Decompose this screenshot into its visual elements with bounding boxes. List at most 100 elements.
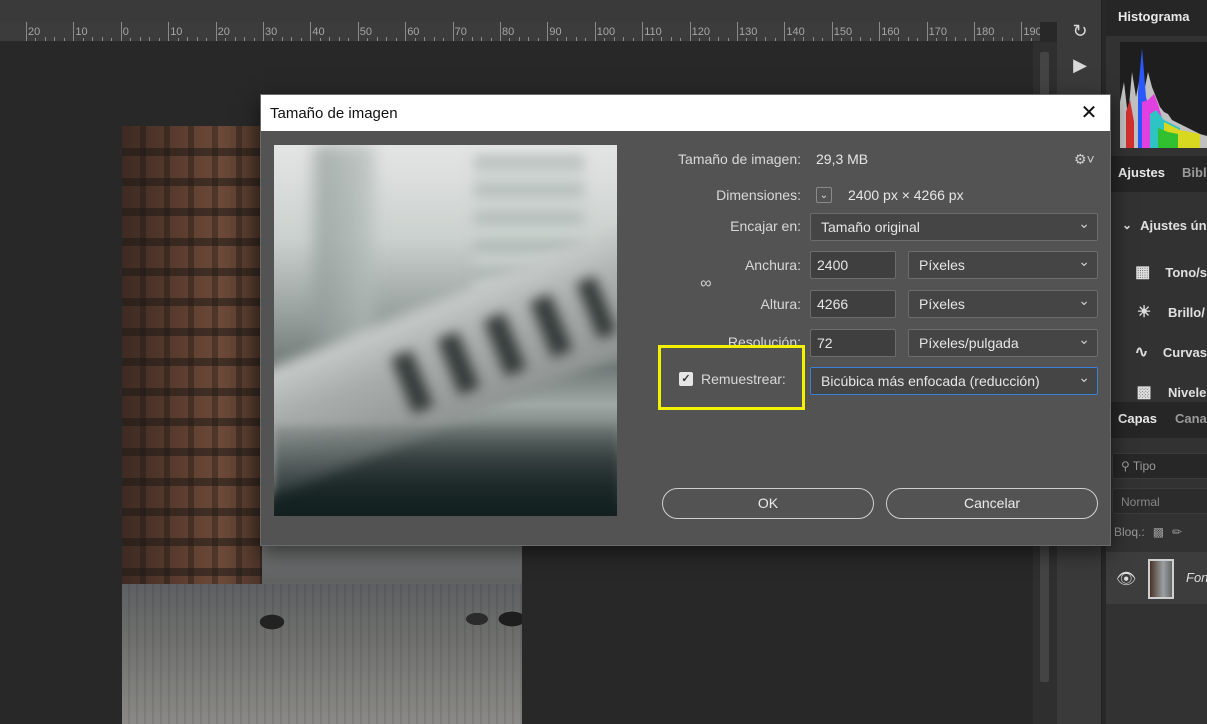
layer-row[interactable]: 👁 Fon <box>1106 552 1207 604</box>
ruler-minor-tick <box>92 37 94 41</box>
adjust-item-tone[interactable]: ▦ Tono/s <box>1106 252 1207 292</box>
tab-histogram[interactable]: Histograma <box>1118 9 1190 24</box>
ruler-major-tick <box>689 22 691 41</box>
ruler-minor-tick <box>869 38 871 41</box>
ruler-minor-tick <box>992 37 994 41</box>
ruler-minor-tick <box>177 38 179 41</box>
histogram-chart <box>1120 42 1207 148</box>
ruler-label: 130 <box>739 26 758 38</box>
ruler-minor-tick <box>632 38 634 41</box>
ruler-minor-tick <box>424 37 426 41</box>
adjust-item-label: Tono/s <box>1165 264 1207 280</box>
ruler-major-tick <box>784 22 786 41</box>
width-value: 2400 <box>817 257 849 273</box>
resolution-unit-select[interactable]: Píxeles/pulgada <box>908 329 1098 357</box>
ruler-major-tick <box>737 22 738 41</box>
ruler-minor-tick <box>206 38 208 41</box>
adjustments-header[interactable]: ⌄ Ajustes úni <box>1106 205 1207 245</box>
ruler-minor-tick <box>187 37 189 41</box>
ruler-minor-tick <box>462 38 464 41</box>
ruler-minor-tick <box>386 37 388 41</box>
ruler-label: 90 <box>549 26 562 38</box>
ruler-minor-tick <box>566 37 568 41</box>
lock-paint-icon[interactable]: ✏ <box>1172 525 1182 539</box>
ruler-minor-tick <box>604 38 606 41</box>
ruler-minor-tick <box>907 37 909 41</box>
ruler-minor-tick <box>149 37 151 41</box>
gear-icon[interactable]: ⚙˅ <box>1074 151 1095 168</box>
ruler-minor-tick <box>746 38 748 41</box>
resample-select[interactable]: Bicúbica más enfocada (reducción) <box>810 367 1098 395</box>
ruler-label: 80 <box>502 26 515 38</box>
adjust-item-brightness[interactable]: ☀ Brillo/ <box>1106 292 1207 332</box>
ruler-minor-tick <box>329 37 331 41</box>
chevron-down-icon[interactable]: ⌄ <box>816 187 832 203</box>
adjust-item-curves[interactable]: ∿ Curvas <box>1106 332 1207 372</box>
tab-layers[interactable]: Capas <box>1118 411 1157 426</box>
ruler-minor-tick <box>964 38 966 41</box>
ruler-minor-tick <box>348 38 350 41</box>
tab-adjustments[interactable]: Ajustes <box>1118 165 1165 180</box>
ruler-label: 50 <box>359 26 373 38</box>
ruler-minor-tick <box>613 37 615 41</box>
link-chain-icon[interactable]: ∞ <box>699 275 713 295</box>
layer-filter-placeholder: Tipo <box>1132 459 1156 473</box>
width-unit-select[interactable]: Píxeles <box>908 251 1098 279</box>
blend-mode-value: Normal <box>1121 495 1160 509</box>
ruler-minor-tick <box>281 37 283 41</box>
resolution-input[interactable]: 72 <box>810 329 896 357</box>
ruler-major-tick <box>500 22 501 41</box>
ruler-label: 10 <box>75 26 88 38</box>
ruler-minor-tick <box>300 38 302 41</box>
tab-channels[interactable]: Canal <box>1175 411 1207 426</box>
ruler-minor-tick <box>196 37 198 41</box>
ruler-minor-tick <box>708 37 710 41</box>
ruler-minor-tick <box>955 37 957 41</box>
ruler-minor-tick <box>158 38 160 41</box>
dialog-title-bar[interactable]: Tamaño de imagen <box>261 95 1110 131</box>
ruler-minor-tick <box>822 38 824 41</box>
tab-libraries[interactable]: Bibli <box>1182 165 1207 180</box>
resample-label: Remuestrear: <box>701 371 786 387</box>
close-icon[interactable]: ✕ <box>1078 102 1100 124</box>
adjustments-header-label: Ajustes úni <box>1140 217 1207 233</box>
cancel-button[interactable]: Cancelar <box>886 488 1098 519</box>
ruler-minor-tick <box>765 37 767 41</box>
ruler-label: 20 <box>217 26 230 38</box>
lock-transparency-icon[interactable]: ▩ <box>1153 525 1164 539</box>
ruler-minor-tick <box>272 38 274 41</box>
levels-icon: ▩ <box>1136 384 1152 401</box>
ruler-label: 160 <box>881 26 900 38</box>
ruler-minor-tick <box>841 38 843 41</box>
resolution-value: 72 <box>817 335 833 351</box>
ruler-major-tick <box>926 22 928 41</box>
ruler-label: 100 <box>596 26 616 38</box>
eye-icon[interactable]: 👁 <box>1116 569 1136 589</box>
ruler-minor-tick <box>518 37 520 41</box>
ruler-minor-tick <box>509 38 511 41</box>
ruler-minor-tick <box>395 38 397 41</box>
layer-name[interactable]: Fon <box>1186 570 1207 585</box>
tone-icon: ▦ <box>1135 264 1151 281</box>
ok-button[interactable]: OK <box>662 488 874 519</box>
height-unit-select[interactable]: Píxeles <box>908 290 1098 318</box>
ruler-minor-tick <box>1030 38 1032 41</box>
height-input[interactable]: 4266 <box>810 290 896 318</box>
horizontal-ruler: 20 10 0 10 20 30 40 50 60 70 80 90 100 110 120 130 140 15… <box>0 22 1040 42</box>
history-icon[interactable]: ↻ <box>1067 18 1093 44</box>
layer-filter-input[interactable]: ⚲ Tipo <box>1112 453 1207 479</box>
play-actions-icon[interactable]: ▶ <box>1067 52 1093 78</box>
ruler-minor-tick <box>1011 38 1013 41</box>
ruler-minor-tick <box>490 38 492 41</box>
ruler-minor-tick <box>338 37 340 41</box>
width-input[interactable]: 2400 <box>810 251 896 279</box>
image-preview[interactable] <box>274 145 617 516</box>
resample-checkbox[interactable]: ✓ <box>679 372 693 386</box>
ruler-minor-tick <box>718 37 720 41</box>
ruler-minor-tick <box>414 38 416 41</box>
fit-select[interactable]: Tamaño original <box>810 213 1098 241</box>
preview-tower <box>314 145 374 345</box>
preview-shadow <box>274 426 617 516</box>
blend-mode-select[interactable]: Normal <box>1112 488 1207 514</box>
ruler-label: 40 <box>312 26 325 38</box>
